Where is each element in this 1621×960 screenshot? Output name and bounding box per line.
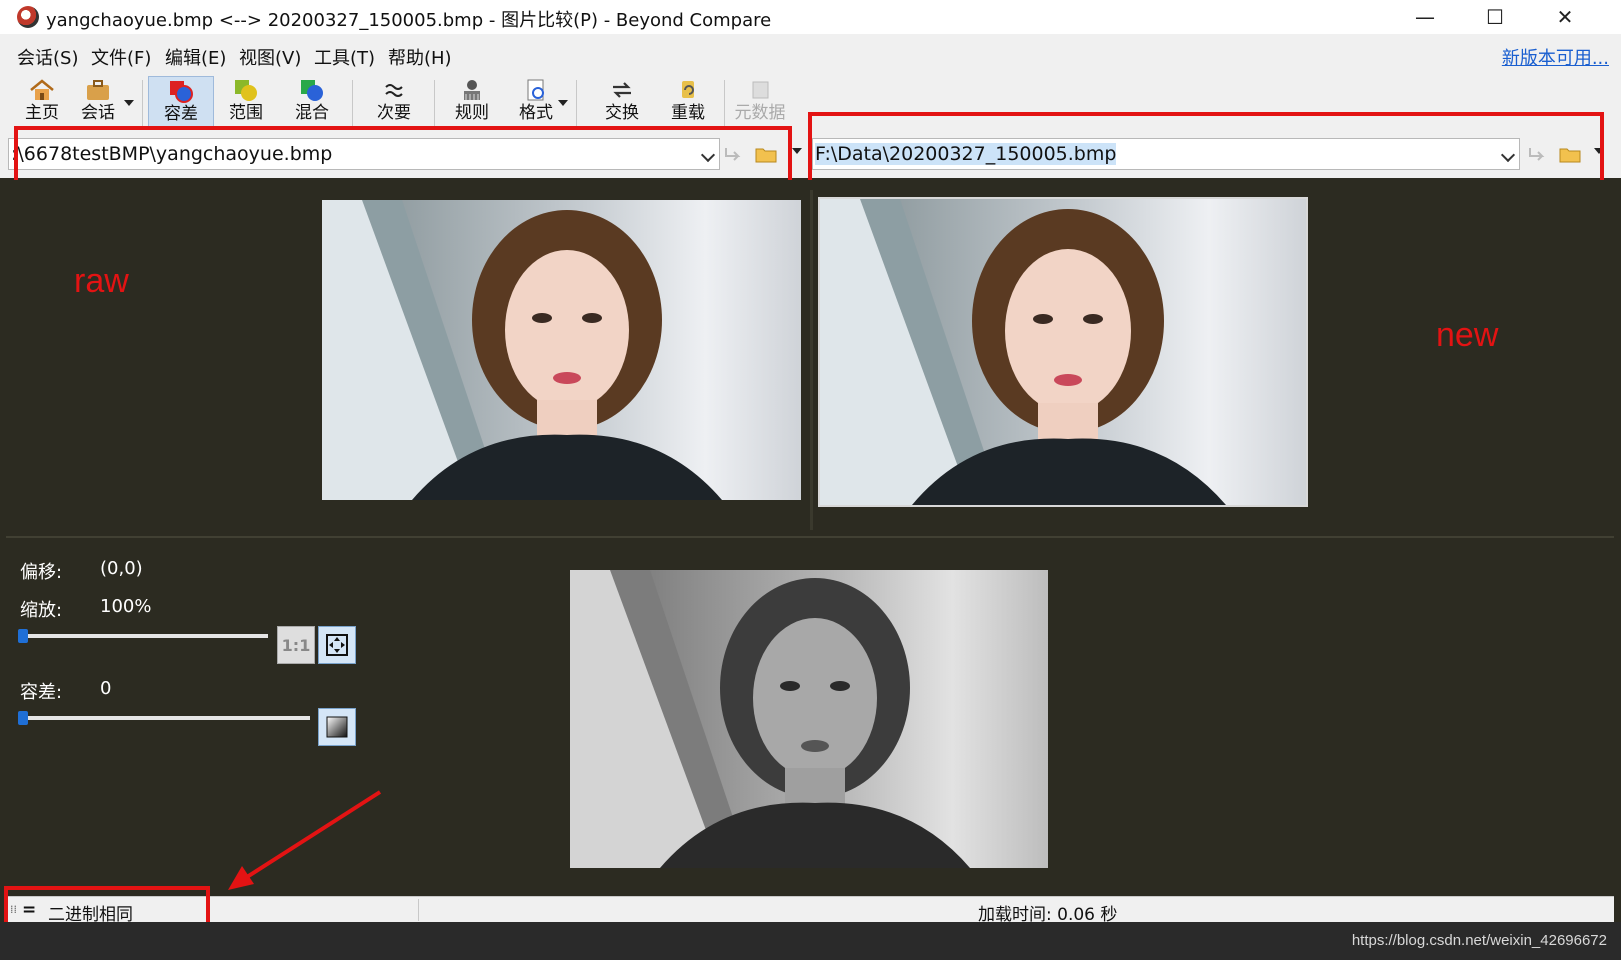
title-bar: yangchaoyue.bmp <--> 20200327_150005.bmp… xyxy=(0,0,1621,34)
status-bar: ⁞⁞ = 二进制相同 加载时间: 0.06 秒 xyxy=(6,896,1614,925)
annotation-new-label: new xyxy=(1436,316,1499,354)
tolerance-label: 容差: xyxy=(20,682,63,703)
annotation-box-right-path xyxy=(808,112,1604,184)
range-icon xyxy=(235,80,257,101)
difference-image xyxy=(570,570,1048,868)
tolerance-slider[interactable] xyxy=(18,711,310,725)
close-button[interactable]: ✕ xyxy=(1530,0,1600,34)
menu-file[interactable]: 文件(F) xyxy=(91,44,151,70)
left-folder-dropdown-icon[interactable] xyxy=(792,148,802,154)
menu-tools[interactable]: 工具(T) xyxy=(314,44,375,70)
format-dropdown-icon[interactable] xyxy=(558,100,568,106)
menu-help[interactable]: 帮助(H) xyxy=(388,44,452,70)
menu-edit[interactable]: 编辑(E) xyxy=(165,44,226,70)
minimize-button[interactable]: — xyxy=(1390,0,1460,34)
beyond-compare-window: yangchaoyue.bmp <--> 20200327_150005.bmp… xyxy=(0,0,1621,960)
format-icon xyxy=(527,79,544,101)
annotation-box-left-path xyxy=(14,126,792,184)
swap-icon xyxy=(613,82,631,98)
fit-expand-icon xyxy=(326,634,348,656)
home-button[interactable]: 主页 xyxy=(10,76,74,130)
session-dropdown-icon[interactable] xyxy=(124,100,134,106)
window-title: yangchaoyue.bmp <--> 20200327_150005.bmp… xyxy=(46,10,772,31)
minor-button[interactable]: 次要 xyxy=(362,76,426,130)
one-to-one-button[interactable]: 1:1 xyxy=(277,626,315,664)
horizontal-splitter[interactable] xyxy=(6,536,1614,538)
tolerance-button[interactable]: 容差 xyxy=(148,76,214,130)
metadata-icon xyxy=(752,81,769,99)
toolbar-separator xyxy=(142,80,143,128)
annotation-arrow xyxy=(228,790,382,890)
pane-splitter[interactable] xyxy=(810,190,813,530)
zoom-label: 缩放: xyxy=(20,600,63,621)
left-image xyxy=(322,200,801,500)
toolbar-separator xyxy=(576,80,577,128)
tolerance-gradient-button[interactable] xyxy=(318,708,356,746)
zoom-slider-thumb[interactable] xyxy=(18,629,28,643)
fit-to-window-button[interactable] xyxy=(318,626,356,664)
status-separator xyxy=(418,899,419,921)
tolerance-slider-thumb[interactable] xyxy=(18,711,28,725)
toolbar-separator xyxy=(434,80,435,128)
metadata-button[interactable]: 元数据 xyxy=(728,76,792,130)
zoom-value: 100% xyxy=(100,596,152,617)
menu-session[interactable]: 会话(S) xyxy=(17,44,78,70)
reload-button[interactable]: 重载 xyxy=(656,76,720,130)
gradient-icon xyxy=(326,716,348,738)
blend-button[interactable]: 混合 xyxy=(280,76,344,130)
session-button[interactable]: 会话 xyxy=(66,76,130,130)
zoom-slider[interactable] xyxy=(18,629,268,643)
right-image xyxy=(818,197,1308,507)
tolerance-value: 0 xyxy=(100,678,112,699)
home-icon xyxy=(30,79,54,100)
app-logo-icon xyxy=(17,6,39,28)
blend-icon xyxy=(301,80,323,101)
menu-bar: 会话(S) 文件(F) 编辑(E) 视图(V) 工具(T) 帮助(H) 新版本可… xyxy=(0,34,1621,74)
toolbar-separator xyxy=(724,80,725,128)
maximize-button[interactable]: ☐ xyxy=(1460,0,1530,34)
range-button[interactable]: 范围 xyxy=(214,76,278,130)
tolerance-icon xyxy=(170,81,193,103)
annotation-raw-label: raw xyxy=(74,262,129,300)
rules-icon xyxy=(464,80,480,100)
menu-view[interactable]: 视图(V) xyxy=(239,44,301,70)
new-version-link[interactable]: 新版本可用... xyxy=(1502,44,1609,70)
reload-icon xyxy=(682,81,694,98)
approx-icon xyxy=(385,84,403,97)
briefcase-icon xyxy=(87,80,109,100)
swap-button[interactable]: 交换 xyxy=(590,76,654,130)
watermark-text: https://blog.csdn.net/weixin_42696672 xyxy=(1351,932,1607,949)
offset-value: (0,0) xyxy=(100,558,143,579)
toolbar-separator xyxy=(352,80,353,128)
rules-button[interactable]: 规则 xyxy=(440,76,504,130)
offset-label: 偏移: xyxy=(20,562,63,583)
